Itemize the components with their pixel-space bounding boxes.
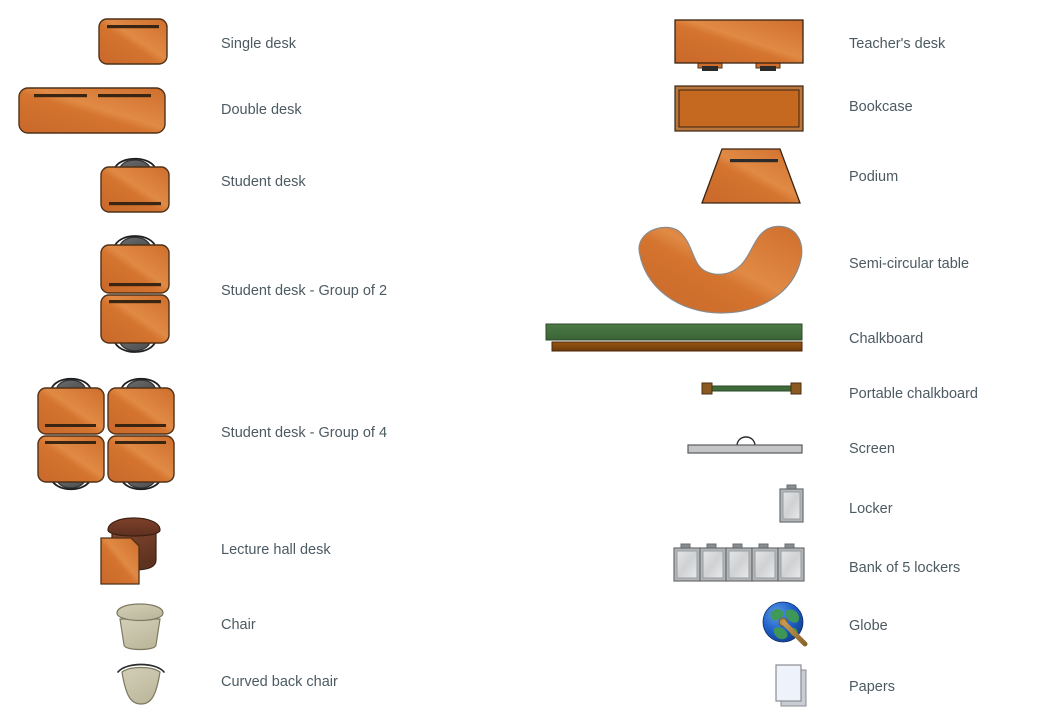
label-chair: Chair bbox=[221, 617, 256, 633]
shape-student-desk[interactable] bbox=[99, 150, 171, 214]
shape-student-desk-group-of-4[interactable] bbox=[36, 370, 178, 500]
label-globe: Globe bbox=[849, 618, 888, 634]
shape-globe[interactable] bbox=[761, 600, 811, 650]
shape-locker[interactable] bbox=[776, 484, 808, 526]
shape-bank-of-5-lockers[interactable] bbox=[672, 543, 808, 585]
label-chalkboard: Chalkboard bbox=[849, 331, 924, 347]
label-portable-chalkboard: Portable chalkboard bbox=[849, 386, 978, 402]
shape-student-desk-group-of-2[interactable] bbox=[97, 226, 173, 362]
shape-screen[interactable] bbox=[687, 432, 807, 456]
label-bank-of-5-lockers: Bank of 5 lockers bbox=[849, 560, 961, 576]
shape-portable-chalkboard[interactable] bbox=[701, 382, 807, 396]
shape-curved-back-chair[interactable] bbox=[112, 660, 170, 710]
shape-papers[interactable] bbox=[774, 664, 812, 712]
label-lecture-hall-desk: Lecture hall desk bbox=[221, 542, 331, 558]
shape-chair[interactable] bbox=[112, 599, 170, 655]
label-student-desk-group-of-4: Student desk - Group of 4 bbox=[221, 425, 388, 441]
label-locker: Locker bbox=[849, 501, 893, 517]
label-bookcase: Bookcase bbox=[849, 99, 913, 115]
shape-podium[interactable] bbox=[700, 147, 806, 209]
label-student-desk: Student desk bbox=[221, 174, 306, 190]
stencil-page: Single desk Double desk Student desk Stu… bbox=[0, 0, 1047, 725]
shape-lecture-hall-desk[interactable] bbox=[98, 508, 174, 590]
shape-teachers-desk[interactable] bbox=[674, 19, 806, 73]
shape-double-desk[interactable] bbox=[18, 87, 168, 137]
label-papers: Papers bbox=[849, 679, 895, 695]
shape-single-desk[interactable] bbox=[98, 18, 170, 68]
shape-bookcase[interactable] bbox=[674, 85, 806, 135]
label-double-desk: Double desk bbox=[221, 102, 302, 118]
label-screen: Screen bbox=[849, 441, 895, 457]
shape-semi-circular-table[interactable] bbox=[635, 221, 807, 315]
label-podium: Podium bbox=[849, 169, 899, 185]
label-semi-circular-table: Semi-circular table bbox=[849, 256, 970, 272]
label-teachers-desk: Teacher's desk bbox=[849, 36, 946, 52]
label-student-desk-group-of-2: Student desk - Group of 2 bbox=[221, 283, 388, 299]
label-curved-back-chair: Curved back chair bbox=[221, 674, 338, 690]
shape-chalkboard[interactable] bbox=[545, 323, 806, 358]
label-single-desk: Single desk bbox=[221, 36, 296, 52]
